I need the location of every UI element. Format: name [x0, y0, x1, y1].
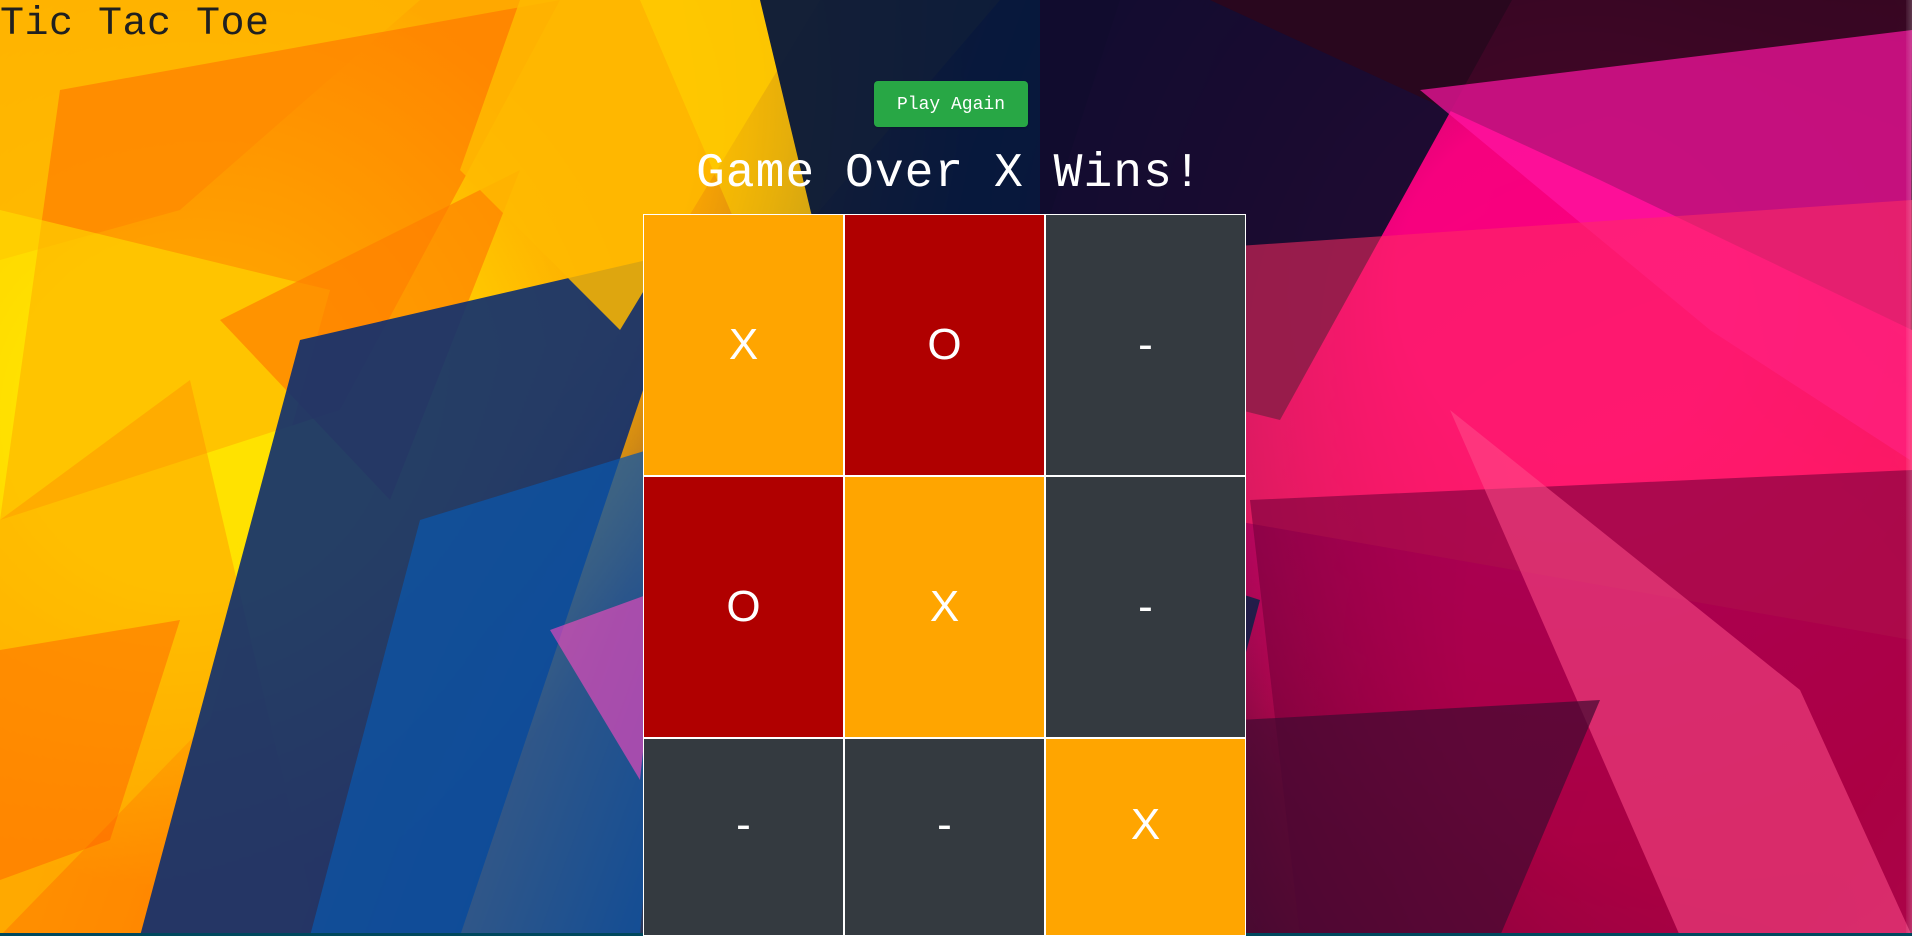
- board-cell-r1-c3[interactable]: -: [1045, 214, 1246, 476]
- board-cell-r3-c3[interactable]: X: [1045, 738, 1246, 936]
- board-cell-value: -: [937, 800, 952, 849]
- play-again-button[interactable]: Play Again: [874, 81, 1028, 127]
- board-cell-r1-c1[interactable]: X: [643, 214, 844, 476]
- right-scroll-edge: [1906, 0, 1912, 936]
- board-cell-r1-c2[interactable]: O: [844, 214, 1045, 476]
- board-cell-value: -: [1138, 582, 1153, 631]
- board-cell-value: -: [1138, 320, 1153, 369]
- board-cell-r3-c1[interactable]: -: [643, 738, 844, 936]
- board-cell-r2-c3[interactable]: -: [1045, 476, 1246, 738]
- page-title: Tic Tac Toe: [0, 2, 270, 47]
- board-cell-value: O: [927, 320, 962, 369]
- board-cell-r2-c2[interactable]: X: [844, 476, 1045, 738]
- board-cell-r2-c1[interactable]: O: [643, 476, 844, 738]
- board-cell-r3-c2[interactable]: -: [844, 738, 1045, 936]
- tic-tac-toe-board: X O - O X - - - X: [643, 214, 1248, 936]
- board-cell-value: O: [726, 582, 761, 631]
- board-cell-value: X: [929, 582, 960, 631]
- game-status-message: Game Over X Wins!: [696, 147, 1203, 201]
- board-cell-value: X: [1130, 800, 1161, 849]
- board-cell-value: X: [728, 320, 759, 369]
- board-cell-value: -: [736, 800, 751, 849]
